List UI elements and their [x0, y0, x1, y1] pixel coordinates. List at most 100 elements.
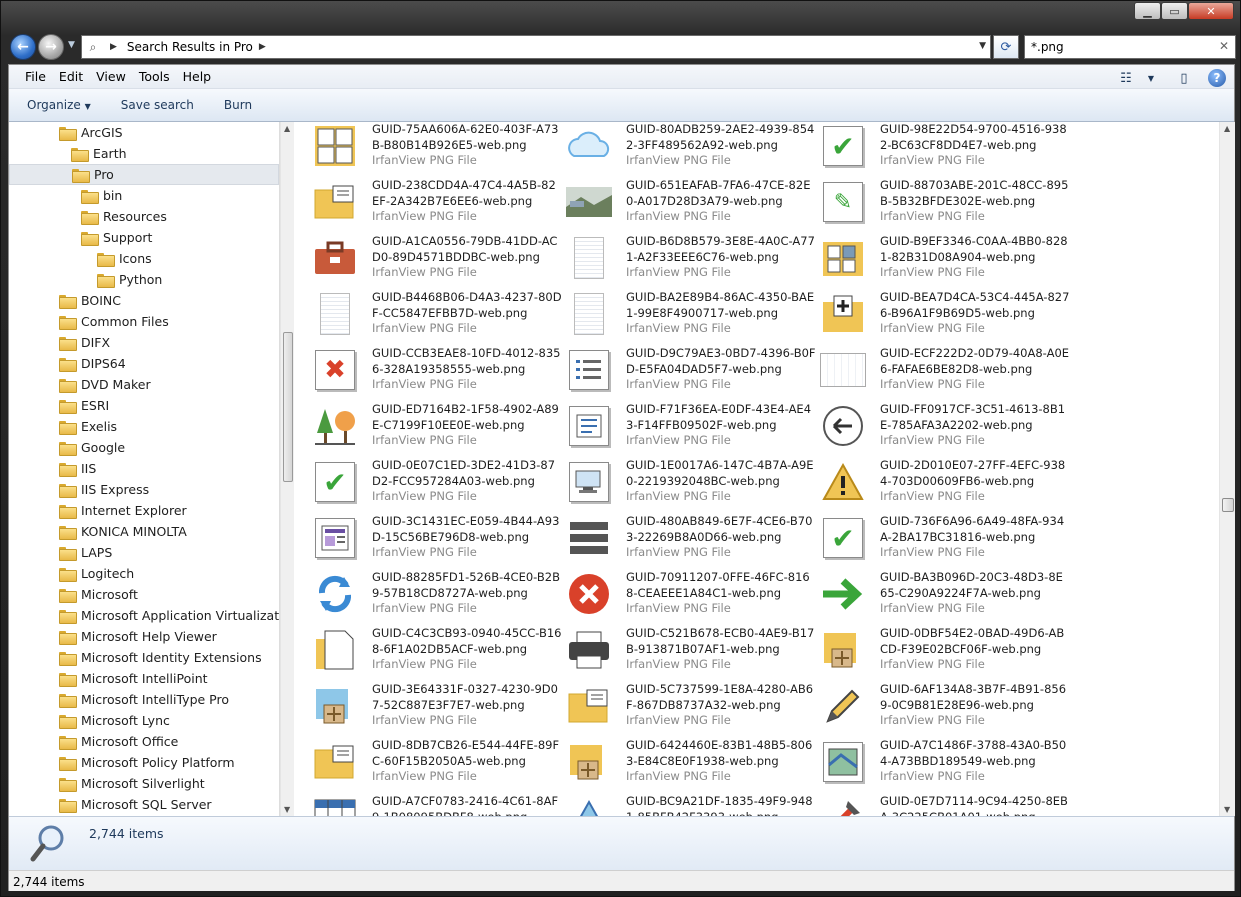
file-item[interactable]: GUID-3C1431EC-E059-4B44-A93D-15C56BE796D…	[304, 510, 559, 566]
tree-scrollbar[interactable]: ▲ ▼	[280, 122, 294, 816]
file-item[interactable]: ✎ GUID-88703ABE-201C-48CC-895B-5B32BFDE30…	[812, 174, 1068, 230]
menu-tools[interactable]: Tools	[139, 69, 170, 84]
menu-edit[interactable]: Edit	[59, 69, 83, 84]
tree-item[interactable]: Microsoft Office	[59, 731, 178, 752]
file-item[interactable]: GUID-6424460E-83B1-48B5-8063-E84C8E0F193…	[558, 734, 812, 790]
scroll-up-icon[interactable]: ▲	[284, 124, 290, 133]
content-scroll-up-icon[interactable]: ▲	[1224, 124, 1230, 133]
breadcrumb-chevron-icon[interactable]: ▶	[259, 42, 266, 52]
save-search-button[interactable]: Save search	[121, 98, 194, 112]
menu-view[interactable]: View	[96, 69, 126, 84]
tree-item[interactable]: Microsoft Application Virtualization	[59, 605, 279, 626]
file-item[interactable]: GUID-A7CF0783-2416-4C61-8AF9-1B08095BDBF…	[304, 790, 558, 816]
file-item[interactable]: GUID-BA2E89B4-86AC-4350-BAE1-99E8F490071…	[558, 286, 814, 342]
tree-item[interactable]: LAPS	[59, 542, 112, 563]
file-item[interactable]: GUID-BA3B096D-20C3-48D3-8E65-C290A9224F7…	[812, 566, 1063, 622]
forward-button[interactable]: →	[38, 34, 64, 60]
file-item[interactable]: GUID-FF0917CF-3C51-4613-8B1E-785AFA3A220…	[812, 398, 1065, 454]
file-item[interactable]: GUID-80ADB259-2AE2-4939-8542-3FF489562A9…	[558, 122, 814, 174]
tree-item[interactable]: IIS	[59, 458, 96, 479]
scroll-down-icon[interactable]: ▼	[284, 805, 290, 814]
tree-item[interactable]: Resources	[81, 206, 167, 227]
breadcrumb-current[interactable]: Search Results in Pro	[127, 40, 253, 54]
change-view-icon[interactable]: ☷	[1116, 70, 1136, 86]
tree-item[interactable]: IIS Express	[59, 479, 149, 500]
tree-item[interactable]: Support	[81, 227, 152, 248]
view-dropdown-icon[interactable]: ▼	[1146, 70, 1156, 86]
file-item[interactable]: GUID-D9C79AE3-0BD7-4396-B0FD-E5FA04DAD5F…	[558, 342, 816, 398]
back-button[interactable]: ←	[10, 34, 36, 60]
file-item[interactable]: GUID-A1CA0556-79DB-41DD-ACD0-89D4571BDDB…	[304, 230, 557, 286]
tree-item[interactable]: BOINC	[59, 290, 121, 311]
clear-search-icon[interactable]: ✕	[1219, 39, 1229, 53]
tree-item[interactable]: KONICA MINOLTA	[59, 521, 187, 542]
menu-file[interactable]: File	[25, 69, 46, 84]
burn-button[interactable]: Burn	[224, 98, 252, 112]
search-input[interactable]: *.png ✕	[1024, 35, 1236, 59]
file-item[interactable]: GUID-0E7D7114-9C94-4250-8EBA-3C225CB01A0…	[812, 790, 1068, 816]
help-icon[interactable]: ?	[1208, 69, 1226, 87]
tree-item[interactable]: Earth	[71, 143, 127, 164]
preview-pane-icon[interactable]: ▯	[1174, 70, 1194, 86]
tree-item[interactable]: Microsoft Help Viewer	[59, 626, 217, 647]
file-item[interactable]: GUID-8DB7CB26-E544-44FE-89FC-60F15B2050A…	[304, 734, 559, 790]
content-scrollbar[interactable]: ▲ ▼	[1219, 122, 1235, 816]
file-item[interactable]: GUID-88285FD1-526B-4CE0-B2B9-57B18CD8727…	[304, 566, 560, 622]
content-scroll-down-icon[interactable]: ▼	[1224, 805, 1230, 814]
file-item[interactable]: GUID-5C737599-1E8A-4280-AB6F-867DB8737A3…	[558, 678, 813, 734]
tree-item[interactable]: DIPS64	[59, 353, 126, 374]
file-item[interactable]: GUID-BC9A21DF-1835-49F9-9481-85BFB42F339…	[558, 790, 813, 816]
content-scroll-thumb[interactable]	[1222, 498, 1234, 512]
file-item[interactable]: ✖ GUID-CCB3EAE8-10FD-4012-8356-328A193585…	[304, 342, 560, 398]
tree-item[interactable]: Pro	[9, 164, 279, 185]
recent-pages-dropdown[interactable]: ▼	[68, 40, 75, 50]
refresh-button[interactable]: ⟳	[993, 35, 1019, 59]
file-item[interactable]: ✔ GUID-98E22D54-9700-4516-9382-BC63CF8DD4…	[812, 122, 1067, 174]
close-button[interactable]: ✕	[1188, 2, 1234, 20]
file-item[interactable]: GUID-ECF222D2-0D79-40A8-A0E6-FAFAE6BE82D…	[812, 342, 1069, 398]
file-item[interactable]: GUID-BEA7D4CA-53C4-445A-8276-B96A1F9B69D…	[812, 286, 1069, 342]
tree-item[interactable]: Microsoft Silverlight	[59, 773, 205, 794]
file-item[interactable]: ✔ GUID-736F6A96-6A49-48FA-934A-2BA17BC318…	[812, 510, 1064, 566]
maximize-button[interactable]: ▭	[1161, 2, 1188, 20]
file-item[interactable]: GUID-238CDD4A-47C4-4A5B-82EF-2A342B7E6EE…	[304, 174, 556, 230]
tree-item[interactable]: bin	[81, 185, 122, 206]
file-item[interactable]: GUID-1E0017A6-147C-4B7A-A9E0-2219392048B…	[558, 454, 814, 510]
tree-item[interactable]: ArcGIS	[59, 122, 123, 143]
tree-item[interactable]: Microsoft Lync	[59, 710, 170, 731]
tree-item[interactable]: Google	[59, 437, 125, 458]
tree-item[interactable]: Python	[97, 269, 162, 290]
file-item[interactable]: GUID-F71F36EA-E0DF-43E4-AE43-F14FFB09502…	[558, 398, 811, 454]
file-item[interactable]: GUID-75AA606A-62E0-403F-A73B-B80B14B926E…	[304, 122, 558, 174]
file-item[interactable]: GUID-B6D8B579-3E8E-4A0C-A771-A2F33EEE6C7…	[558, 230, 815, 286]
tree-item[interactable]: DIFX	[59, 332, 110, 353]
breadcrumb-separator-icon[interactable]: ▶	[110, 42, 117, 52]
tree-item[interactable]: ESRI	[59, 395, 109, 416]
minimize-button[interactable]: ▁	[1134, 2, 1161, 20]
file-item[interactable]: GUID-3E64331F-0327-4230-9D07-52C887E3F7E…	[304, 678, 558, 734]
file-item[interactable]: GUID-B9EF3346-C0AA-4BB0-8281-82B31D08A90…	[812, 230, 1068, 286]
tree-item[interactable]: Microsoft Policy Platform	[59, 752, 235, 773]
file-item[interactable]: GUID-ED7164B2-1F58-4902-A89E-C7199F10EE0…	[304, 398, 559, 454]
address-bar[interactable]: ⌕ ▶ Search Results in Pro ▶ ▼	[81, 35, 991, 59]
file-item[interactable]: GUID-6AF134A8-3B7F-4B91-8569-0C9B81E28E9…	[812, 678, 1066, 734]
tree-item[interactable]: Logitech	[59, 563, 134, 584]
tree-item[interactable]: Microsoft Identity Extensions	[59, 647, 262, 668]
file-item[interactable]: GUID-480AB849-6E7F-4CE6-B703-22269B8A0D6…	[558, 510, 812, 566]
menu-help[interactable]: Help	[183, 69, 212, 84]
tree-item[interactable]: Internet Explorer	[59, 500, 187, 521]
tree-item[interactable]: Icons	[97, 248, 152, 269]
tree-item[interactable]: Common Files	[59, 311, 169, 332]
file-item[interactable]: GUID-651EAFAB-7FA6-47CE-82E0-A017D28D3A7…	[558, 174, 810, 230]
file-item[interactable]: GUID-70911207-0FFE-46FC-8168-CEAEEE1A84C…	[558, 566, 810, 622]
file-item[interactable]: GUID-C521B678-ECB0-4AE9-B17B-913871B07AF…	[558, 622, 814, 678]
file-item[interactable]: GUID-0DBF54E2-0BAD-49D6-ABCD-F39E02BCF06…	[812, 622, 1064, 678]
file-item[interactable]: GUID-2D010E07-27FF-4EFC-9384-703D00609FB…	[812, 454, 1065, 510]
file-item[interactable]: GUID-A7C1486F-3788-43A0-B504-A73BBD18954…	[812, 734, 1066, 790]
tree-scroll-thumb[interactable]	[283, 332, 293, 482]
tree-item[interactable]: Exelis	[59, 416, 117, 437]
file-item[interactable]: GUID-C4C3CB93-0940-45CC-B168-6F1A02DB5AC…	[304, 622, 562, 678]
file-item[interactable]: GUID-B4468B06-D4A3-4237-80DF-CC5847EFBB7…	[304, 286, 562, 342]
tree-item[interactable]: Microsoft SQL Server	[59, 794, 212, 815]
tree-item[interactable]: Microsoft IntelliPoint	[59, 668, 208, 689]
